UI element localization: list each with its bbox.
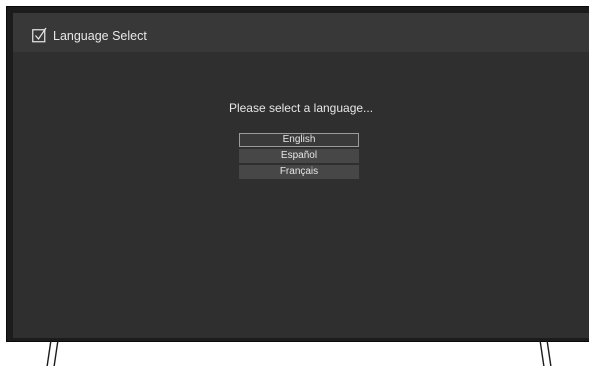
language-select-screen: Language Select Please select a language… xyxy=(13,13,589,338)
language-option-english[interactable]: English xyxy=(239,133,359,147)
tv-display: Language Select Please select a language… xyxy=(0,0,589,366)
tv-stand-left xyxy=(46,340,59,366)
tv-stand-right xyxy=(539,340,552,366)
checkbox-checked-icon xyxy=(32,27,47,43)
page-title: Language Select xyxy=(53,29,147,43)
language-option-espanol[interactable]: Español xyxy=(239,149,359,163)
language-list: English Español Français xyxy=(239,133,359,181)
language-prompt: Please select a language... xyxy=(228,101,374,115)
language-option-francais[interactable]: Français xyxy=(239,165,359,179)
header-bar: Language Select xyxy=(13,13,589,52)
